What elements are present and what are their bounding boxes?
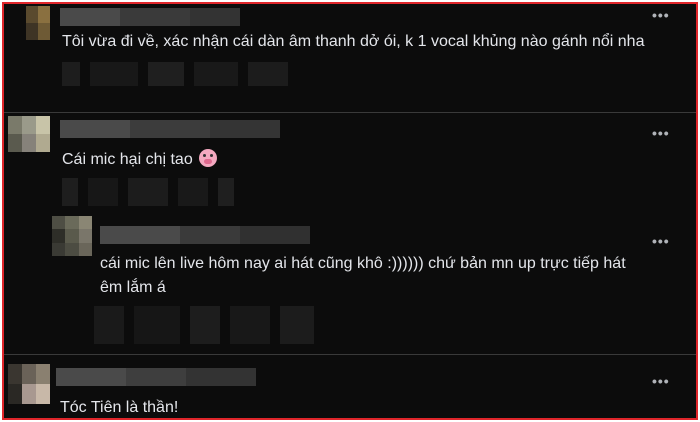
avatar[interactable] xyxy=(26,6,50,40)
reaction-bar-blurred xyxy=(94,306,314,344)
divider xyxy=(4,354,696,355)
more-options-icon[interactable]: ••• xyxy=(652,234,670,248)
author-name-blurred[interactable] xyxy=(100,226,310,244)
reaction-bar-blurred xyxy=(62,62,288,86)
comment-text: Tôi vừa đi về, xác nhận cái dàn âm thanh… xyxy=(62,33,645,50)
comment-text: Cái mic hại chị tao xyxy=(62,148,218,172)
avatar[interactable] xyxy=(8,116,50,152)
author-name-blurred[interactable] xyxy=(60,120,280,138)
comment-text: cái mic lên live hôm nay ai hát cũng khô… xyxy=(100,255,626,296)
avatar[interactable] xyxy=(8,364,50,404)
more-options-icon[interactable]: ••• xyxy=(652,374,670,388)
comment-text: Tóc Tiên là thần! xyxy=(60,399,179,416)
more-options-icon[interactable]: ••• xyxy=(652,8,670,22)
reaction-bar-blurred xyxy=(62,178,234,206)
more-options-icon[interactable]: ••• xyxy=(652,126,670,140)
comment-text-content: Cái mic hại chị tao xyxy=(62,151,193,168)
pig-face-emoji-icon xyxy=(199,149,218,167)
divider xyxy=(4,112,696,113)
author-name-blurred[interactable] xyxy=(60,8,240,26)
comment-section-frame: ••• Tôi vừa đi về, xác nhận cái dàn âm t… xyxy=(2,2,698,420)
avatar[interactable] xyxy=(52,216,92,256)
author-name-blurred[interactable] xyxy=(56,368,256,386)
